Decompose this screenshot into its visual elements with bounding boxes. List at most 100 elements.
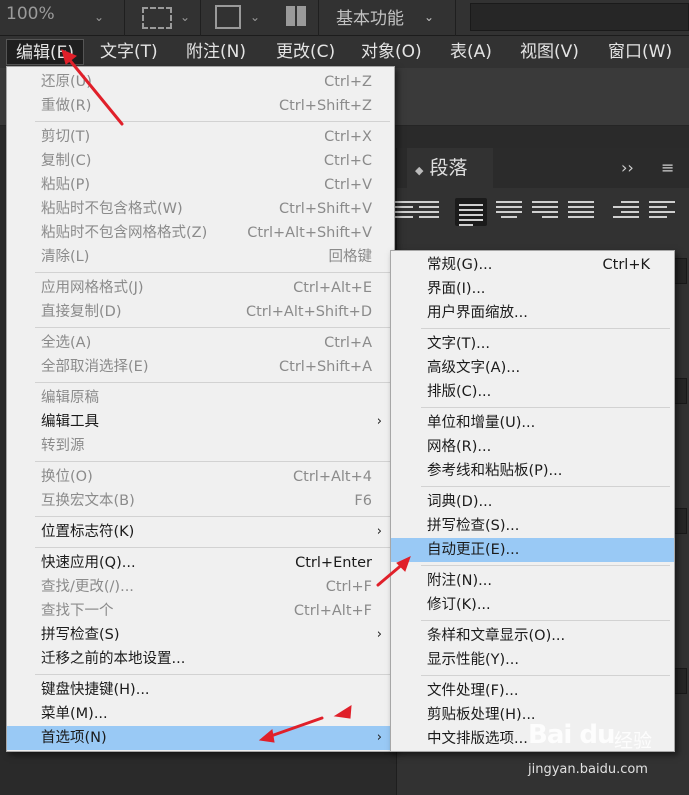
menu-item-label: 复制(C) (41, 153, 92, 169)
menu-object[interactable]: 对象(O) (352, 39, 431, 65)
collapse-panel-icon[interactable]: ›› (621, 158, 634, 177)
align-left-icon[interactable] (413, 198, 439, 226)
menu-item-find-next[interactable]: 查找下一个 Ctrl+Alt+F (7, 599, 394, 623)
menu-item-shortcut: Ctrl+Alt+F (293, 603, 372, 619)
menu-notes[interactable]: 附注(N) (177, 39, 255, 65)
menu-item-label: 界面(I)... (427, 281, 486, 297)
paragraph-tab-label: 段落 (429, 157, 468, 179)
menu-item-shortcut: Ctrl+Alt+Shift+D (245, 304, 372, 320)
menu-separator (421, 486, 670, 487)
pref-item-general[interactable]: 常规(G)... Ctrl+K (391, 253, 674, 277)
screen-mode-chevron-down-icon[interactable]: ⌄ (180, 10, 190, 24)
menu-edit[interactable]: 编辑(E) (6, 39, 85, 65)
menu-separator (421, 328, 670, 329)
menu-item-preferences[interactable]: 首选项(N) › (7, 726, 394, 750)
menu-item-apply-grid-format[interactable]: 应用网格格式(J) Ctrl+Alt+E (7, 276, 394, 300)
pref-item-display-performance[interactable]: 显示性能(Y)... (391, 648, 674, 672)
menu-item-edit-original[interactable]: 编辑原稿 (7, 386, 394, 410)
menu-item-label: 拼写检查(S)... (427, 518, 520, 534)
pref-item-composition[interactable]: 排版(C)... (391, 380, 674, 404)
justify-all-icon[interactable] (568, 198, 594, 226)
pref-item-dictionary[interactable]: 词典(D)... (391, 490, 674, 514)
menu-item-label: 拼写检查(S) (41, 627, 120, 643)
pref-item-units-increments[interactable]: 单位和增量(U)... (391, 411, 674, 435)
search-field[interactable] (470, 3, 689, 31)
menu-item-clear[interactable]: 清除(L) 回格键 (7, 245, 394, 269)
paragraph-panel-tabbar: ◆ 段落 ›› ≡ (397, 148, 689, 188)
tab-paragraph[interactable]: ◆ 段落 (407, 148, 493, 188)
menu-view[interactable]: 视图(V) (511, 39, 588, 65)
menu-item-shortcut: Ctrl+Alt+4 (293, 469, 372, 485)
menu-item-quick-apply[interactable]: 快速应用(Q)... Ctrl+Enter (7, 551, 394, 575)
justify-left-icon[interactable] (455, 198, 487, 226)
justify-center-icon[interactable] (496, 198, 522, 226)
menu-window[interactable]: 窗口(W) (599, 39, 681, 65)
menu-item-keyboard-shortcuts[interactable]: 键盘快捷键(H)... (7, 678, 394, 702)
pref-item-ui-scaling[interactable]: 用户界面缩放... (391, 301, 674, 325)
pref-item-advanced-type[interactable]: 高级文字(A)... (391, 356, 674, 380)
panel-menu-icon[interactable]: ≡ (661, 158, 674, 177)
menu-item-copy[interactable]: 复制(C) Ctrl+C (7, 149, 394, 173)
menu-item-redo[interactable]: 重做(R) Ctrl+Shift+Z (7, 94, 394, 118)
menu-separator (35, 121, 390, 122)
pref-item-file-handling[interactable]: 文件处理(F)... (391, 679, 674, 703)
menu-item-paste[interactable]: 粘贴(P) Ctrl+V (7, 173, 394, 197)
menu-item-paste-without-grid-format[interactable]: 粘贴时不包含网格格式(Z) Ctrl+Alt+Shift+V (7, 221, 394, 245)
screen-mode-icon[interactable] (142, 7, 172, 29)
menu-item-transpose[interactable]: 换位(O) Ctrl+Alt+4 (7, 465, 394, 489)
pref-item-type[interactable]: 文字(T)... (391, 332, 674, 356)
pref-item-notes[interactable]: 附注(N)... (391, 569, 674, 593)
menu-item-deselect-all[interactable]: 全部取消选择(E) Ctrl+Shift+A (7, 355, 394, 379)
workspace-chevron-down-icon[interactable]: ⌄ (424, 10, 434, 24)
menu-item-find-change[interactable]: 查找/更改(/)... Ctrl+F (7, 575, 394, 599)
menu-item-swap-macro-text[interactable]: 互换宏文本(B) F6 (7, 489, 394, 513)
menu-changes[interactable]: 更改(C) (267, 39, 344, 65)
menu-item-migrate-local-settings[interactable]: 迁移之前的本地设置... (7, 647, 394, 671)
chevron-right-icon: › (376, 627, 382, 642)
menu-item-duplicate[interactable]: 直接复制(D) Ctrl+Alt+Shift+D (7, 300, 394, 324)
zoom-level[interactable]: 100% (6, 4, 55, 24)
menu-item-select-all[interactable]: 全选(A) Ctrl+A (7, 331, 394, 355)
menu-item-shortcut: 回格键 (328, 249, 373, 265)
pref-item-interface[interactable]: 界面(I)... (391, 277, 674, 301)
pref-item-story-editor-display[interactable]: 条样和文章显示(O)... (391, 624, 674, 648)
baidu-watermark: Bai du 经验 jingyan.baidu.com (528, 720, 688, 790)
menu-item-undo[interactable]: 还原(U) Ctrl+Z (7, 70, 394, 94)
menu-item-label: 常规(G)... (427, 257, 493, 273)
menu-item-paste-without-formatting[interactable]: 粘贴时不包含格式(W) Ctrl+Shift+V (7, 197, 394, 221)
arrange-documents-icon[interactable] (286, 6, 306, 26)
pref-item-grids[interactable]: 网格(R)... (391, 435, 674, 459)
pref-item-spelling[interactable]: 拼写检查(S)... (391, 514, 674, 538)
justify-right-icon[interactable] (532, 198, 558, 226)
menu-separator (35, 461, 390, 462)
workspace-switcher[interactable]: 基本功能 (336, 4, 404, 29)
pref-item-track-changes[interactable]: 修订(K)... (391, 593, 674, 617)
menu-item-label: 键盘快捷键(H)... (41, 682, 150, 698)
menu-separator (421, 675, 670, 676)
menu-item-label: 高级文字(A)... (427, 360, 521, 376)
view-options-chevron-down-icon[interactable]: ⌄ (250, 10, 260, 24)
menu-item-label: 查找下一个 (41, 603, 114, 619)
view-options-icon[interactable] (215, 5, 241, 29)
zoom-chevron-down-icon[interactable]: ⌄ (94, 10, 104, 24)
align-away-spine-icon[interactable] (649, 198, 675, 226)
menu-type[interactable]: 文字(T) (91, 39, 167, 65)
watermark-url: jingyan.baidu.com (528, 762, 648, 777)
menu-separator (421, 620, 670, 621)
align-towards-spine-icon[interactable] (613, 198, 639, 226)
pref-item-autocorrect[interactable]: 自动更正(E)... (391, 538, 674, 562)
menu-item-location-marker[interactable]: 位置标志符(K) › (7, 520, 394, 544)
menu-separator (35, 674, 390, 675)
menu-item-shortcut: Ctrl+X (324, 129, 372, 145)
menu-item-label: 应用网格格式(J) (41, 280, 144, 296)
menu-item-shortcut: Ctrl+Shift+Z (279, 98, 372, 114)
menu-item-spelling[interactable]: 拼写检查(S) › (7, 623, 394, 647)
menu-item-cut[interactable]: 剪切(T) Ctrl+X (7, 125, 394, 149)
menu-item-menus[interactable]: 菜单(M)... (7, 702, 394, 726)
menu-item-label: 快速应用(Q)... (41, 555, 136, 571)
menu-item-go-to-source[interactable]: 转到源 (7, 434, 394, 458)
menu-item-edit-with[interactable]: 编辑工具 › (7, 410, 394, 434)
chevron-right-icon: › (376, 414, 382, 429)
menu-table[interactable]: 表(A) (441, 39, 501, 65)
pref-item-guides-pasteboard[interactable]: 参考线和粘贴板(P)... (391, 459, 674, 483)
